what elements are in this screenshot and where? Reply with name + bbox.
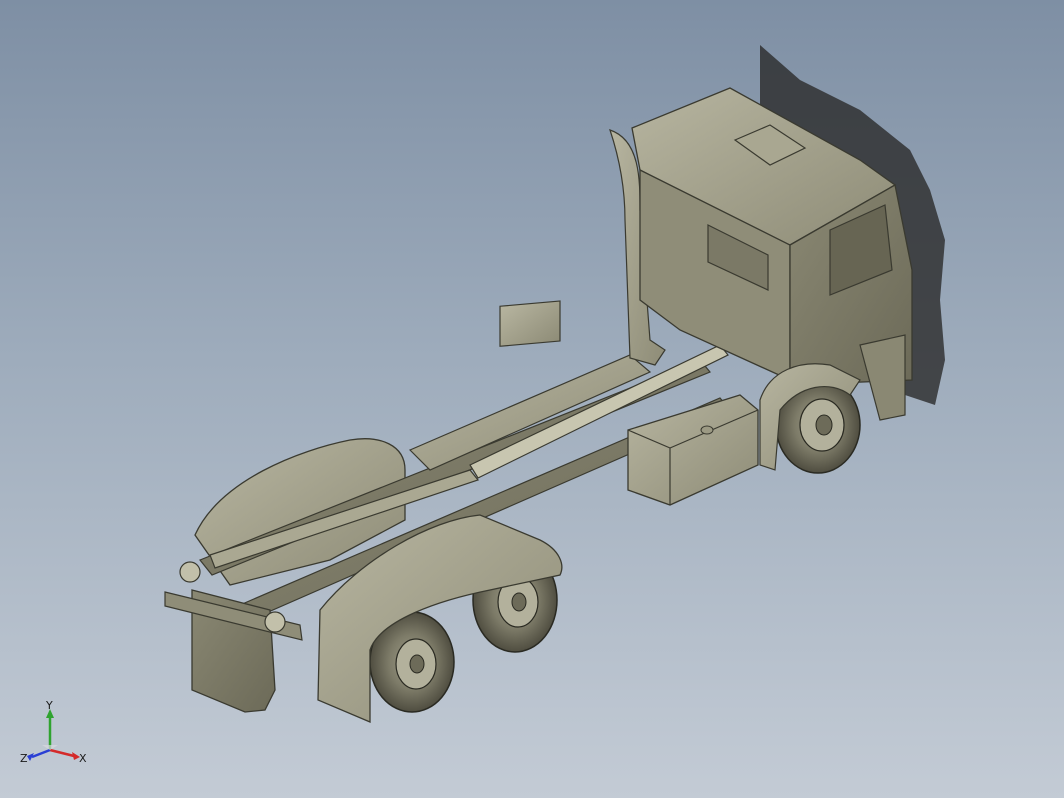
fuel-cap <box>700 425 714 435</box>
axis-x-label: X <box>79 752 87 765</box>
cad-graphics-viewport[interactable]: Y X Z <box>0 0 1064 798</box>
hydraulic-tank <box>499 300 561 347</box>
axis-y-label: Y <box>45 700 53 712</box>
rear-roller-left <box>179 561 201 583</box>
rear-roller-right <box>264 611 286 633</box>
axis-z-label: Z <box>20 752 28 765</box>
orientation-triad: Y X Z <box>20 700 87 765</box>
fuel-tank <box>627 394 759 506</box>
hook-lift-truck-model[interactable] <box>0 0 1064 798</box>
